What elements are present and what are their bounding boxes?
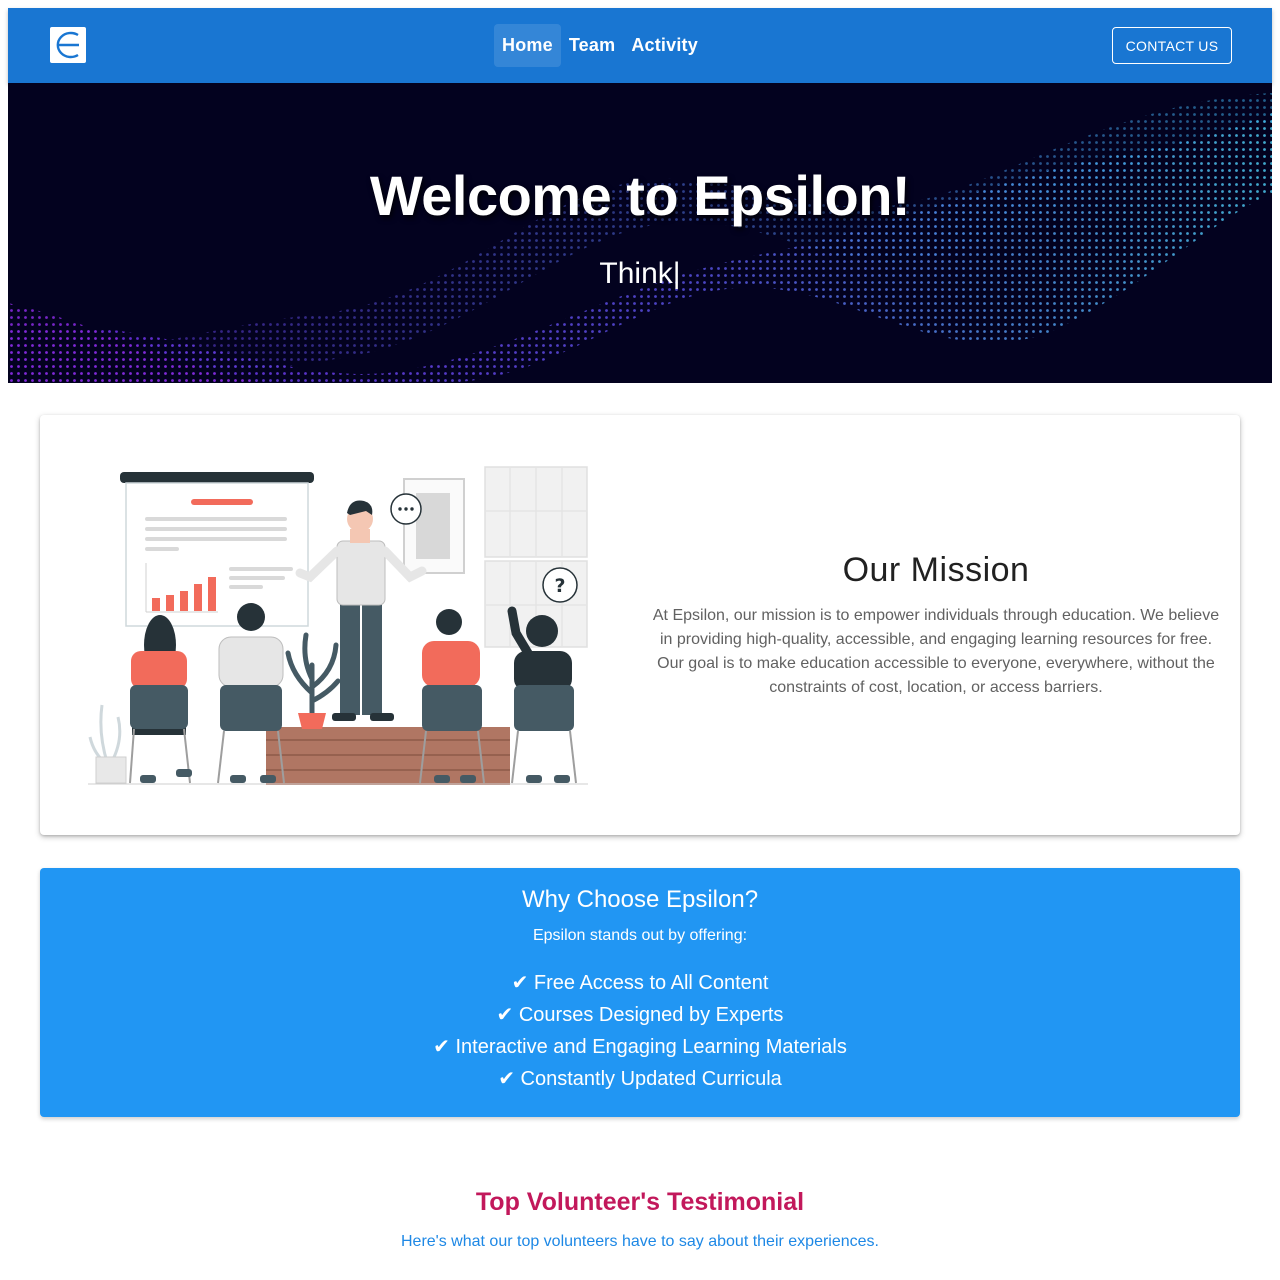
epsilon-logo-icon[interactable]	[50, 27, 86, 63]
nav-team-link[interactable]: Team	[561, 24, 624, 67]
mission-card: ? Our Mission At Epsilon, our mission is…	[40, 415, 1240, 835]
top-navbar: Home Team Activity CONTACT US	[8, 8, 1272, 83]
svg-text:?: ?	[554, 575, 565, 597]
testimonial-subtitle: Here's what our top volunteers have to s…	[401, 1233, 879, 1250]
nav-home-link[interactable]: Home	[494, 24, 561, 67]
hero-typing-text: Think|	[599, 257, 681, 290]
why-choose-title: Why Choose Epsilon?	[521, 886, 759, 913]
hero-wave-background	[8, 93, 1272, 383]
mission-body: At Epsilon, our mission is to empower in…	[652, 607, 1220, 696]
testimonial-title: Top Volunteer's Testimonial	[475, 1188, 805, 1216]
feature-item: ✔ Free Access to All Content	[511, 972, 769, 994]
classroom-illustration: ?	[88, 466, 588, 785]
why-choose-card: Why Choose Epsilon? Epsilon stands out b…	[40, 868, 1240, 1117]
contact-us-button[interactable]: CONTACT US	[1112, 27, 1232, 64]
why-choose-subtitle: Epsilon stands out by offering:	[532, 927, 748, 944]
hero-title: Welcome to Epsilon!	[369, 164, 911, 227]
feature-item: ✔ Constantly Updated Curricula	[498, 1068, 782, 1090]
feature-item: ✔ Interactive and Engaging Learning Mate…	[433, 1036, 847, 1058]
nav-links: Home Team Activity	[494, 24, 706, 67]
mission-text-block: Our Mission At Epsilon, our mission is t…	[652, 551, 1220, 700]
mission-title: Our Mission	[842, 551, 1030, 589]
nav-activity-link[interactable]: Activity	[623, 24, 706, 67]
feature-item: ✔ Courses Designed by Experts	[496, 1004, 784, 1026]
why-choose-list: ✔ Free Access to All Content ✔ Courses D…	[40, 967, 1240, 1095]
hero-banner: Welcome to Epsilon! Think|	[8, 83, 1272, 383]
